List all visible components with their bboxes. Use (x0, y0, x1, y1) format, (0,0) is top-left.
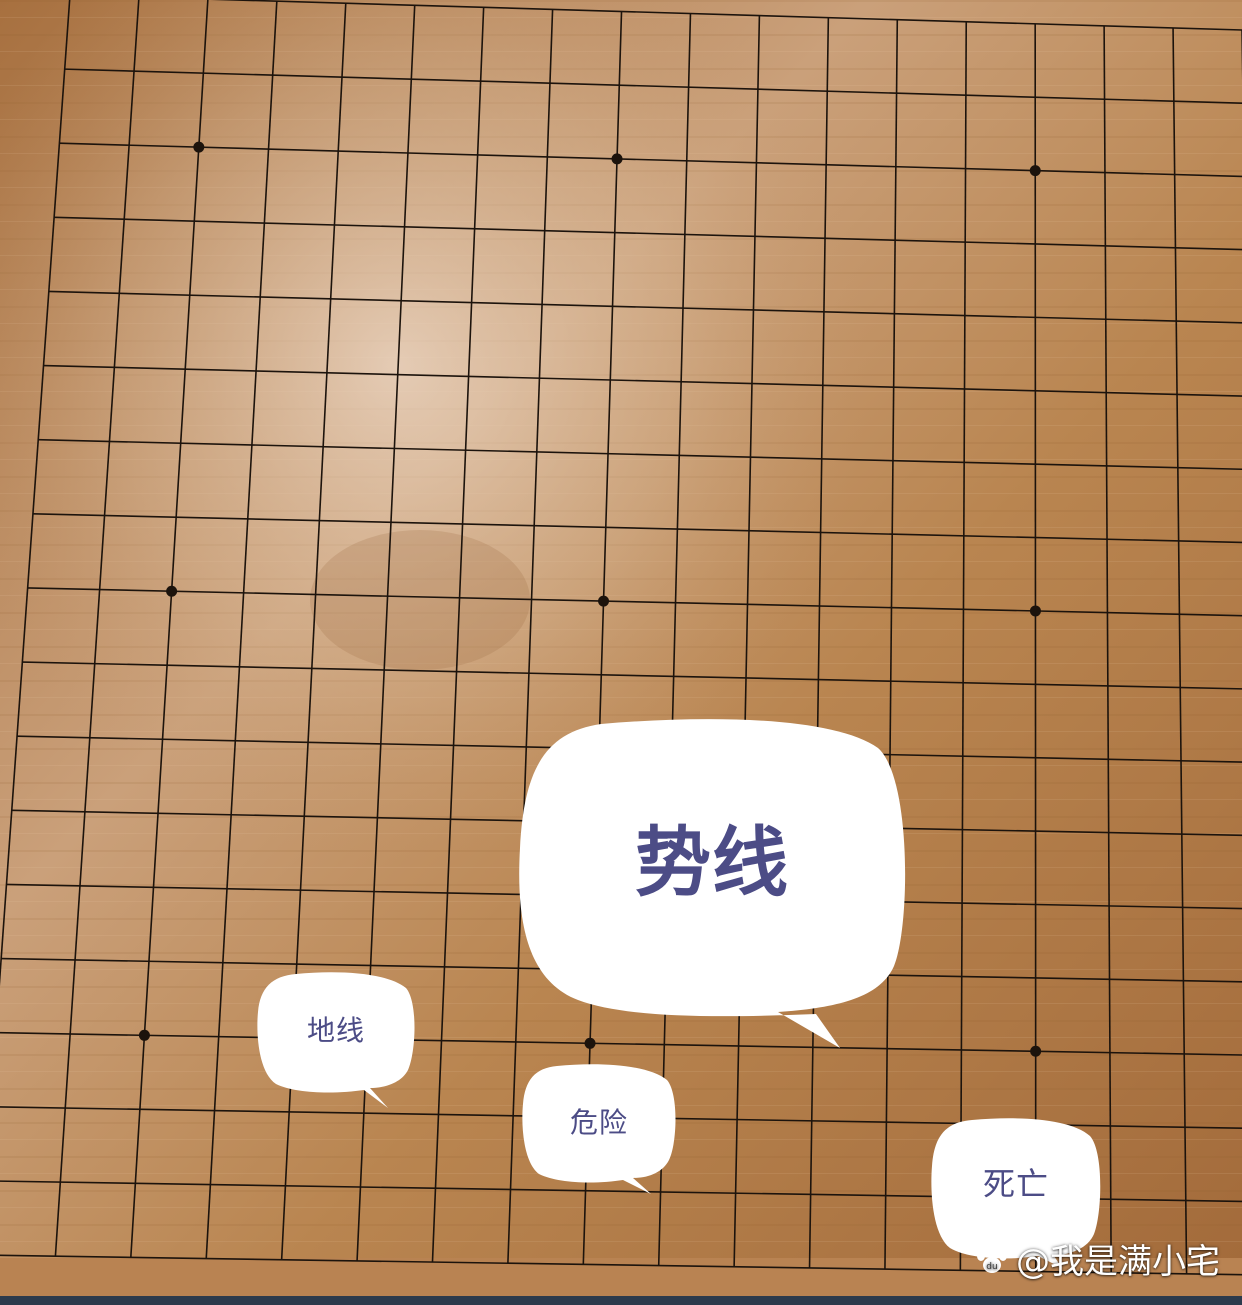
speech-bubble-di-xian: 地线 (256, 972, 416, 1108)
label-si-wang: 死亡 (982, 1165, 1049, 1203)
star-point (138, 1029, 150, 1041)
label-wei-xian: 危险 (569, 1106, 628, 1139)
speech-bubble-wei-xian: 危险 (521, 1064, 677, 1194)
star-point (1030, 1045, 1042, 1057)
star-point (1029, 165, 1041, 177)
baidu-paw-icon: du (977, 1242, 1007, 1273)
star-point (611, 153, 623, 165)
star-point (598, 595, 610, 607)
label-shi-xian: 势线 (635, 818, 789, 907)
label-di-xian: 地线 (306, 1014, 365, 1047)
watermark: du @我是满小宅 (974, 1234, 1220, 1283)
star-point (193, 141, 205, 153)
svg-text:du: du (986, 1262, 997, 1272)
watermark-text: @我是满小宅 (1016, 1242, 1220, 1282)
star-point (166, 585, 178, 597)
star-point (1029, 605, 1041, 617)
grid-line-vertical (1034, 23, 1037, 1272)
speech-bubble-shi-xian: 势线 (516, 718, 908, 1048)
